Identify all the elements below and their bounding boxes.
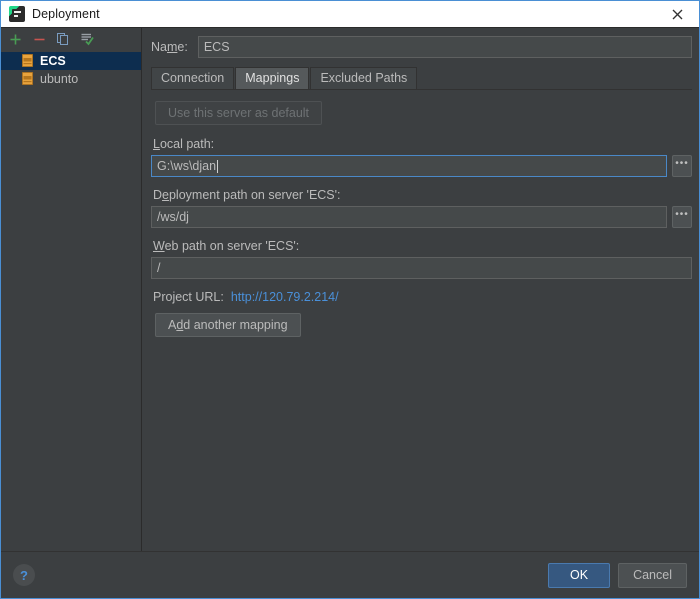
web-path-row: / <box>151 257 692 279</box>
deployment-path-label: Deployment path on server 'ECS': <box>153 188 341 202</box>
close-icon[interactable] <box>655 1 699 27</box>
remove-server-icon[interactable] <box>29 29 49 49</box>
web-path-label: Web path on server 'ECS': <box>153 239 300 253</box>
server-list: ECS ubunto <box>1 50 141 551</box>
server-list-pane: ECS ubunto <box>1 28 142 551</box>
project-url-link[interactable]: http://120.79.2.214/ <box>231 290 339 304</box>
project-url-row: Project URL: http://120.79.2.214/ <box>151 290 692 304</box>
server-item-label: ubunto <box>40 72 79 86</box>
web-path-value: / <box>157 261 161 275</box>
pycharm-icon <box>9 6 25 22</box>
deployment-path-input[interactable]: /ws/dj <box>151 206 667 228</box>
name-input[interactable]: ECS <box>197 36 692 58</box>
sftp-server-icon <box>21 54 35 68</box>
copy-server-icon[interactable] <box>53 29 73 49</box>
local-path-browse-button[interactable]: ••• <box>672 155 692 177</box>
help-icon[interactable]: ? <box>13 564 35 586</box>
default-server-icon[interactable] <box>77 29 97 49</box>
deployment-path-value: /ws/dj <box>157 210 189 224</box>
tab-mappings[interactable]: Mappings <box>235 67 310 89</box>
web-path-input[interactable]: / <box>151 257 692 279</box>
server-settings-pane: Name: ECS Connection Mappings Excluded P… <box>142 28 699 551</box>
project-url-label: Project URL: <box>153 290 224 304</box>
sftp-server-icon <box>21 72 35 86</box>
cancel-button[interactable]: Cancel <box>618 562 687 588</box>
server-item-ubunto[interactable]: ubunto <box>1 70 141 88</box>
tab-connection[interactable]: Connection <box>151 67 235 89</box>
deployment-path-row: /ws/dj ••• <box>151 206 692 228</box>
ok-button[interactable]: OK <box>548 562 611 588</box>
local-path-label: Local path: <box>153 137 215 151</box>
local-path-value: G:\ws\djan <box>157 159 217 173</box>
local-path-row: G:\ws\djan ••• <box>151 155 692 177</box>
name-label: Name: <box>151 40 188 54</box>
dialog-body: ECS ubunto Name: ECS Connection Mappings… <box>1 27 699 551</box>
server-item-label: ECS <box>40 54 66 68</box>
server-item-ecs[interactable]: ECS <box>1 52 141 70</box>
add-server-icon[interactable] <box>5 29 25 49</box>
name-row: Name: ECS <box>151 36 692 58</box>
local-path-input[interactable]: G:\ws\djan <box>151 155 667 177</box>
add-mapping-row: Add another mapping <box>151 313 692 337</box>
add-another-mapping-button[interactable]: Add another mapping <box>155 313 301 337</box>
title-bar: Deployment <box>1 1 699 27</box>
server-toolbar <box>1 28 141 50</box>
deployment-path-browse-button[interactable]: ••• <box>672 206 692 228</box>
window-title: Deployment <box>32 7 100 21</box>
tab-excluded-paths[interactable]: Excluded Paths <box>310 67 418 89</box>
deployment-dialog: Deployment ECS ubunto Name: ECS Connecti… <box>0 0 700 599</box>
use-server-as-default-button[interactable]: Use this server as default <box>155 101 323 125</box>
name-input-value: ECS <box>203 40 230 54</box>
text-caret <box>217 159 219 173</box>
settings-tabs: Connection Mappings Excluded Paths <box>151 67 692 90</box>
use-default-row: Use this server as default <box>151 101 692 125</box>
dialog-footer: ? OK Cancel <box>1 551 699 598</box>
